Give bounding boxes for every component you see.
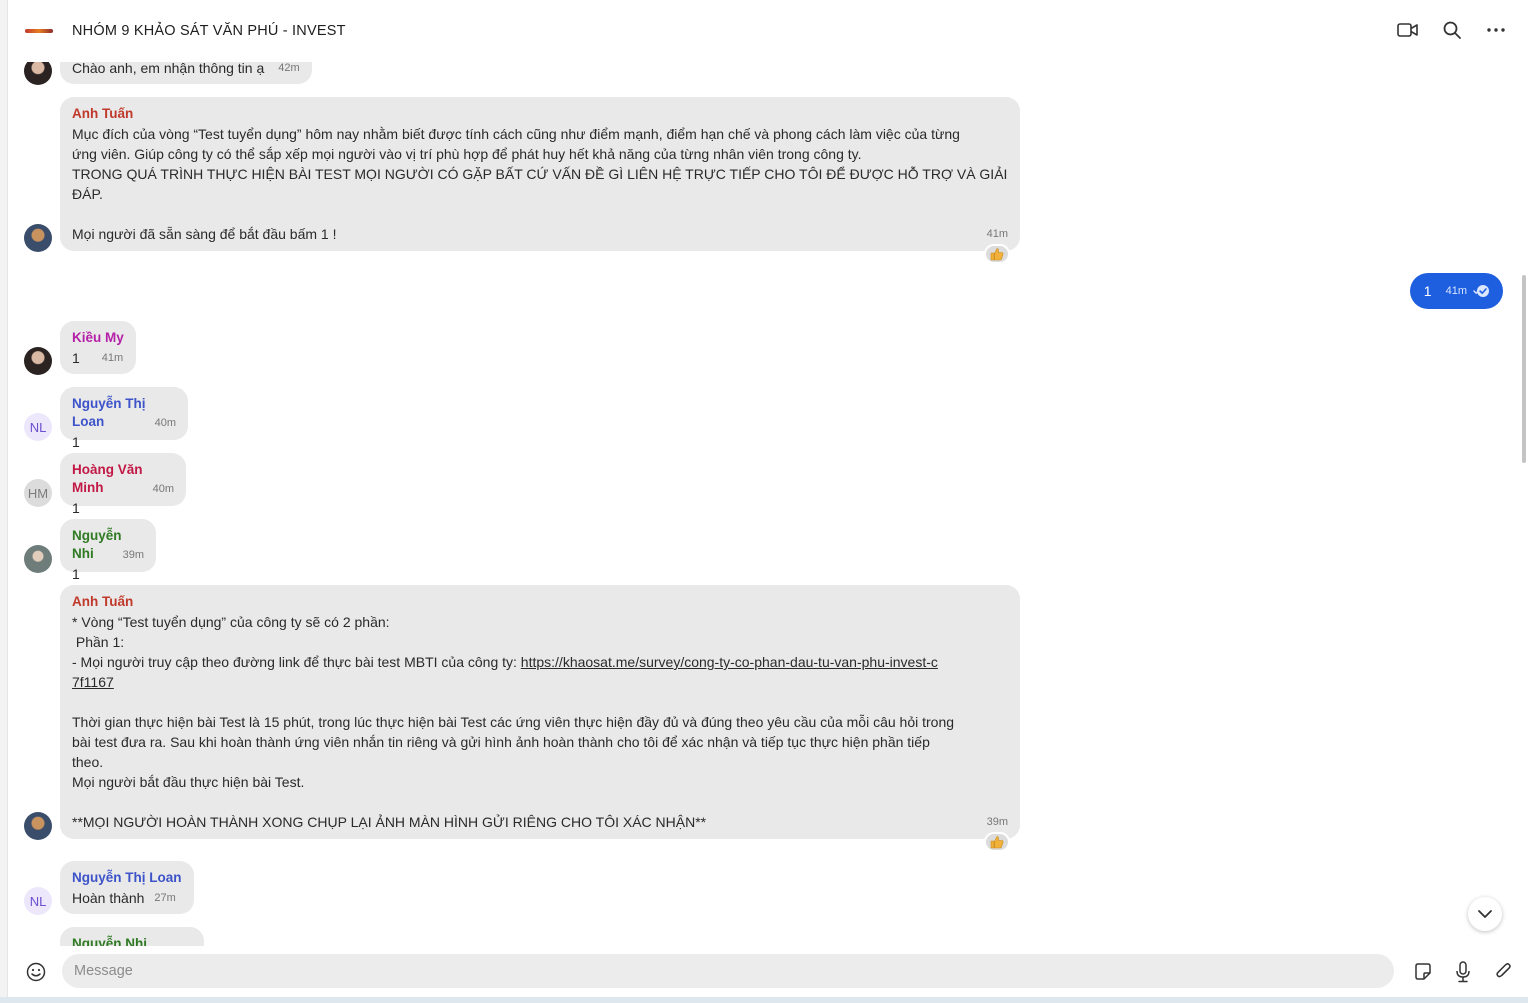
message-text: 1 <box>72 566 80 582</box>
group-logo[interactable] <box>24 24 54 38</box>
sender-name: Kiều My <box>72 330 124 345</box>
message-text: Phần 1: <box>72 634 125 650</box>
message-text: * Vòng “Test tuyển dụng” của công ty sẽ … <box>72 614 390 630</box>
message-bubble[interactable]: Anh Tuấn * Vòng “Test tuyển dụng” của cô… <box>60 585 1020 839</box>
message-bubble[interactable]: Anh Tuấn Mục đích của vòng “Test tuyển d… <box>60 97 1020 251</box>
message-text: - Mọi người truy cập theo đường link để … <box>72 654 521 670</box>
sender-name: Anh Tuấn <box>72 106 134 121</box>
message-text: TRONG QUÁ TRÌNH THỰC HIỆN BÀI TEST MỌI N… <box>72 166 1008 182</box>
sender-name: Anh Tuấn <box>72 594 134 609</box>
message-bubble[interactable]: Nguyễn Thị Loan Hoàn thành 27m <box>60 861 194 914</box>
emoji-icon[interactable] <box>24 960 48 984</box>
message-time: 39m <box>122 549 144 561</box>
message-text: Thời gian thực hiện bài Test là 15 phút,… <box>72 714 955 730</box>
avatar[interactable]: HM <box>24 479 52 507</box>
sender-name: Nguyễn Thị Loan <box>72 870 182 885</box>
search-icon[interactable] <box>1440 18 1464 42</box>
message-text: Hoàn thành <box>72 890 145 906</box>
seen-icon <box>1473 284 1491 298</box>
left-panel-edge <box>0 0 8 1003</box>
message-list[interactable]: Chào anh, em nhận thông tin ạ 42m Anh Tu… <box>8 40 1520 946</box>
message-time: 41m <box>101 352 124 364</box>
microphone-icon[interactable] <box>1452 960 1474 984</box>
message-time: 41m <box>986 228 1008 240</box>
message-time: 41m <box>1445 285 1467 297</box>
message-text: 1 <box>72 350 80 366</box>
avatar[interactable] <box>24 812 52 840</box>
chevron-down-icon <box>1478 910 1492 918</box>
message-text: 1 <box>72 434 80 450</box>
message-bubble[interactable]: Nguyễn Nhi 1 39m <box>60 519 156 582</box>
message-text: Mọi người đã sẵn sàng để bắt đầu bấm 1 ! <box>72 226 337 242</box>
more-options-icon[interactable] <box>1484 18 1508 42</box>
message-bubble[interactable]: Kiều My 1 41m <box>60 321 136 374</box>
chat-header: NHÓM 9 KHẢO SÁT VĂN PHÚ - INVEST <box>8 0 1520 62</box>
message-bubble[interactable]: Hoàng Văn Minh 1 40m <box>60 453 186 516</box>
message-text: Mục đích của vòng “Test tuyển dụng” hôm … <box>72 126 960 142</box>
message-time: 27m <box>154 892 176 904</box>
message-bubble[interactable]: Nguyễn Nhi <box>60 927 204 946</box>
sender-name: Nguyễn Nhi <box>72 936 148 946</box>
message-text: bài test đưa ra. Sau khi hoàn thành ứng … <box>72 734 930 750</box>
message-composer <box>8 946 1528 998</box>
message-text: Mọi người bắt đầu thực hiện bài Test. <box>72 774 305 790</box>
chat-title[interactable]: NHÓM 9 KHẢO SÁT VĂN PHÚ - INVEST <box>72 23 346 39</box>
avatar[interactable]: NL <box>24 887 52 915</box>
message-text: 1 <box>1423 283 1432 299</box>
message-time: 39m <box>986 816 1008 828</box>
window-bottom-edge <box>0 997 1528 1003</box>
thumbs-up-icon[interactable] <box>984 244 1010 264</box>
message-text: ứng viên. Giúp công ty có thể sắp xếp mọ… <box>72 146 862 162</box>
avatar[interactable] <box>24 224 52 252</box>
survey-link[interactable]: https://khaosat.me/survey/cong-ty-co-pha… <box>521 654 938 670</box>
message-input[interactable] <box>62 954 1394 988</box>
message-text: theo. <box>72 754 104 770</box>
message-time: 40m <box>152 483 174 495</box>
message-text: ĐÁP. <box>72 186 103 202</box>
avatar[interactable] <box>24 545 52 573</box>
message-text: **MỌI NGƯỜI HOÀN THÀNH XONG CHỤP LẠI ẢNH… <box>72 814 707 830</box>
message-time: 40m <box>154 417 176 429</box>
message-text: 1 <box>72 500 80 516</box>
video-call-icon[interactable] <box>1396 18 1420 42</box>
own-message-bubble[interactable]: 1 41m <box>1409 273 1503 309</box>
attachment-icon[interactable] <box>1492 960 1514 984</box>
thumbs-up-icon[interactable] <box>984 832 1010 852</box>
scrollbar-thumb[interactable] <box>1522 275 1526 463</box>
message-scrollbar[interactable] <box>1520 60 1528 946</box>
message-bubble[interactable]: Nguyễn Thị Loan 1 40m <box>60 387 188 450</box>
avatar[interactable] <box>24 347 52 375</box>
avatar[interactable]: NL <box>24 413 52 441</box>
sticker-icon[interactable] <box>1412 960 1434 984</box>
scroll-to-bottom-button[interactable] <box>1468 897 1502 931</box>
survey-link-continued[interactable]: 7f1167 <box>72 674 114 690</box>
